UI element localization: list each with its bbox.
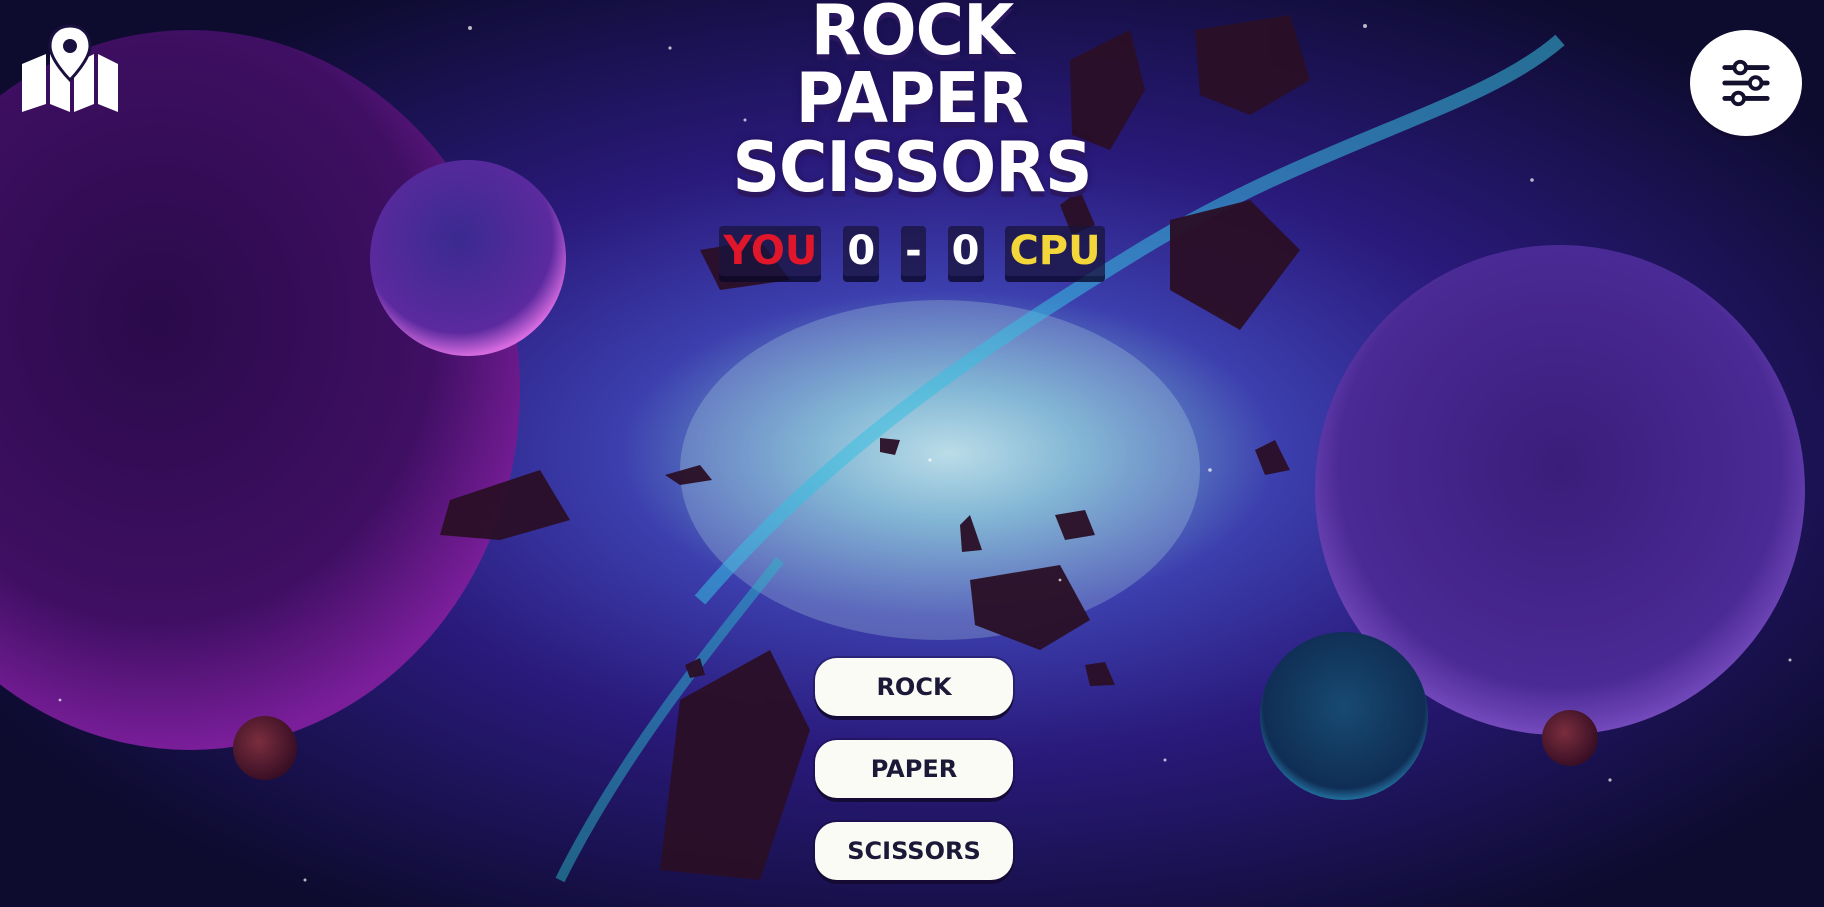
cpu-score: 0 — [947, 226, 984, 276]
player-score: 0 — [843, 226, 880, 276]
cpu-label: CPU — [1005, 226, 1105, 276]
player-label: YOU — [719, 226, 822, 276]
scissors-button[interactable]: SCISSORS — [815, 822, 1013, 880]
scoreboard: YOU 0 - 0 CPU — [0, 226, 1824, 276]
paper-button[interactable]: PAPER — [815, 740, 1013, 798]
score-separator: - — [901, 226, 926, 276]
rock-button[interactable]: ROCK — [815, 658, 1013, 716]
game-screen: ROCK PAPER SCISSORS YOU 0 - 0 CPU ROCK P… — [0, 0, 1824, 907]
title-line-3: SCISSORS — [732, 127, 1092, 208]
